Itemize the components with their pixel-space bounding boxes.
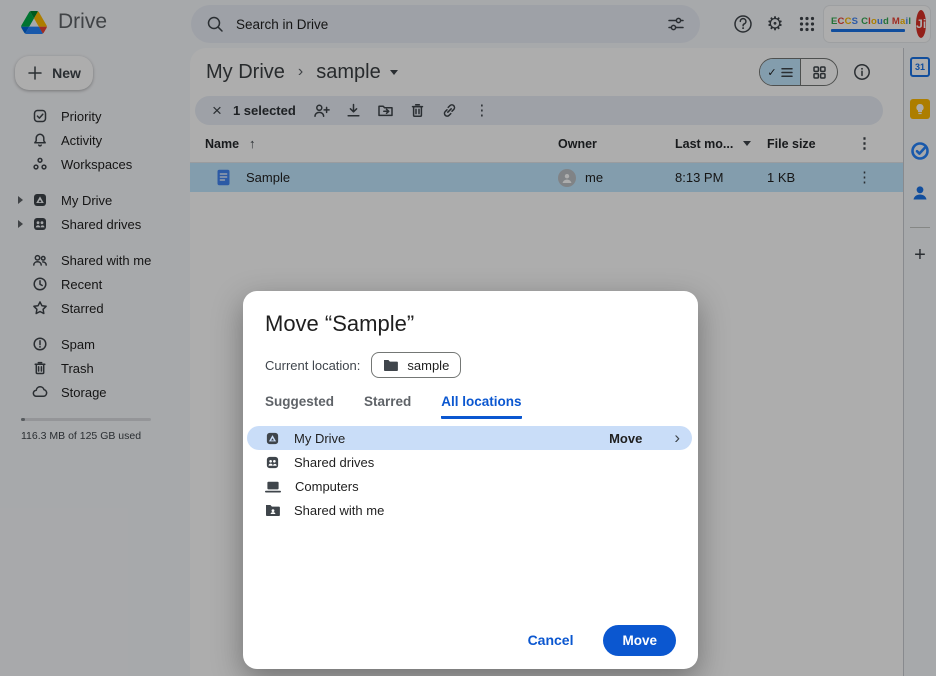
folder-icon: [383, 359, 398, 372]
shared-folder-icon: [265, 504, 280, 517]
current-location-name: sample: [407, 358, 449, 373]
move-here-button[interactable]: Move: [609, 431, 642, 446]
location-row-shared-drives[interactable]: Shared drives: [247, 450, 692, 474]
current-location-chip[interactable]: sample: [371, 352, 461, 378]
location-row-my-drive[interactable]: My Drive Move ›: [247, 426, 692, 450]
move-button[interactable]: Move: [603, 625, 676, 656]
my-drive-icon: [265, 431, 280, 446]
tab-starred[interactable]: Starred: [364, 394, 411, 419]
tab-suggested[interactable]: Suggested: [265, 394, 334, 419]
current-location-label: Current location:: [265, 358, 360, 373]
location-row-computers[interactable]: Computers: [247, 474, 692, 498]
dialog-title: Move “Sample”: [265, 311, 676, 337]
cancel-button[interactable]: Cancel: [528, 632, 574, 648]
dialog-tabs: Suggested Starred All locations: [265, 394, 676, 419]
move-dialog: Move “Sample” Current location: sample S…: [243, 291, 698, 669]
chevron-right-icon[interactable]: ›: [674, 429, 680, 446]
tab-all-locations[interactable]: All locations: [441, 394, 521, 419]
computers-icon: [265, 479, 281, 494]
location-list: My Drive Move › Shared drives Computers …: [247, 426, 692, 522]
shared-drives-icon: [265, 455, 280, 470]
location-row-shared-with-me[interactable]: Shared with me: [247, 498, 692, 522]
